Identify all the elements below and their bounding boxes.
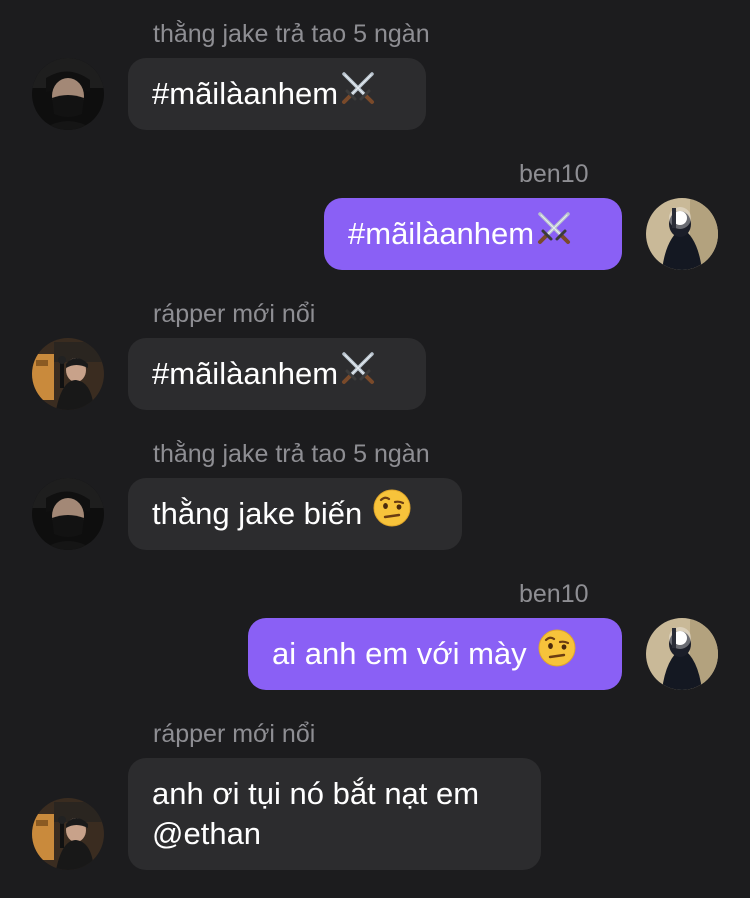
sender-name: ben10 bbox=[519, 160, 589, 188]
message-bubble[interactable]: anh ơi tụi nó bắt nạt em @ethan bbox=[128, 758, 541, 870]
message-text: thằng jake biến bbox=[152, 496, 363, 532]
message-text: #mãilàanhem bbox=[152, 356, 339, 392]
crossed-swords-icon bbox=[338, 68, 378, 118]
message-bubble[interactable]: #mãilàanhem bbox=[324, 198, 622, 270]
message-text: ai anh em với mày bbox=[272, 636, 527, 672]
sender-name: ben10 bbox=[519, 580, 589, 608]
chat-thread: thằng jake trả tao 5 ngàn #mãilàanhem be… bbox=[0, 0, 750, 898]
message-bubble[interactable]: #mãilàanhem bbox=[128, 58, 426, 130]
mention-link[interactable]: @ethan bbox=[152, 814, 517, 854]
avatar[interactable] bbox=[32, 58, 104, 130]
crossed-swords-icon bbox=[534, 208, 574, 258]
message-bubble[interactable]: thằng jake biến bbox=[128, 478, 462, 550]
crossed-swords-icon bbox=[338, 348, 378, 398]
message-text-line: anh ơi tụi nó bắt nạt em bbox=[152, 776, 480, 811]
sender-name: rápper mới nổi bbox=[153, 300, 316, 328]
message-bubble[interactable]: #mãilàanhem bbox=[128, 338, 426, 410]
message-text: #mãilàanhem bbox=[152, 76, 339, 112]
message-text: #mãilàanhem bbox=[348, 216, 535, 252]
sender-name: thằng jake trả tao 5 ngàn bbox=[153, 20, 430, 48]
avatar[interactable] bbox=[646, 618, 718, 690]
avatar[interactable] bbox=[32, 338, 104, 410]
face-with-raised-eyebrow-icon bbox=[372, 488, 412, 538]
avatar[interactable] bbox=[32, 798, 104, 870]
sender-name: thằng jake trả tao 5 ngàn bbox=[153, 440, 430, 468]
face-with-raised-eyebrow-icon bbox=[537, 628, 577, 678]
message-bubble[interactable]: ai anh em với mày bbox=[248, 618, 622, 690]
avatar[interactable] bbox=[646, 198, 718, 270]
sender-name: rápper mới nổi bbox=[153, 720, 316, 748]
avatar[interactable] bbox=[32, 478, 104, 550]
